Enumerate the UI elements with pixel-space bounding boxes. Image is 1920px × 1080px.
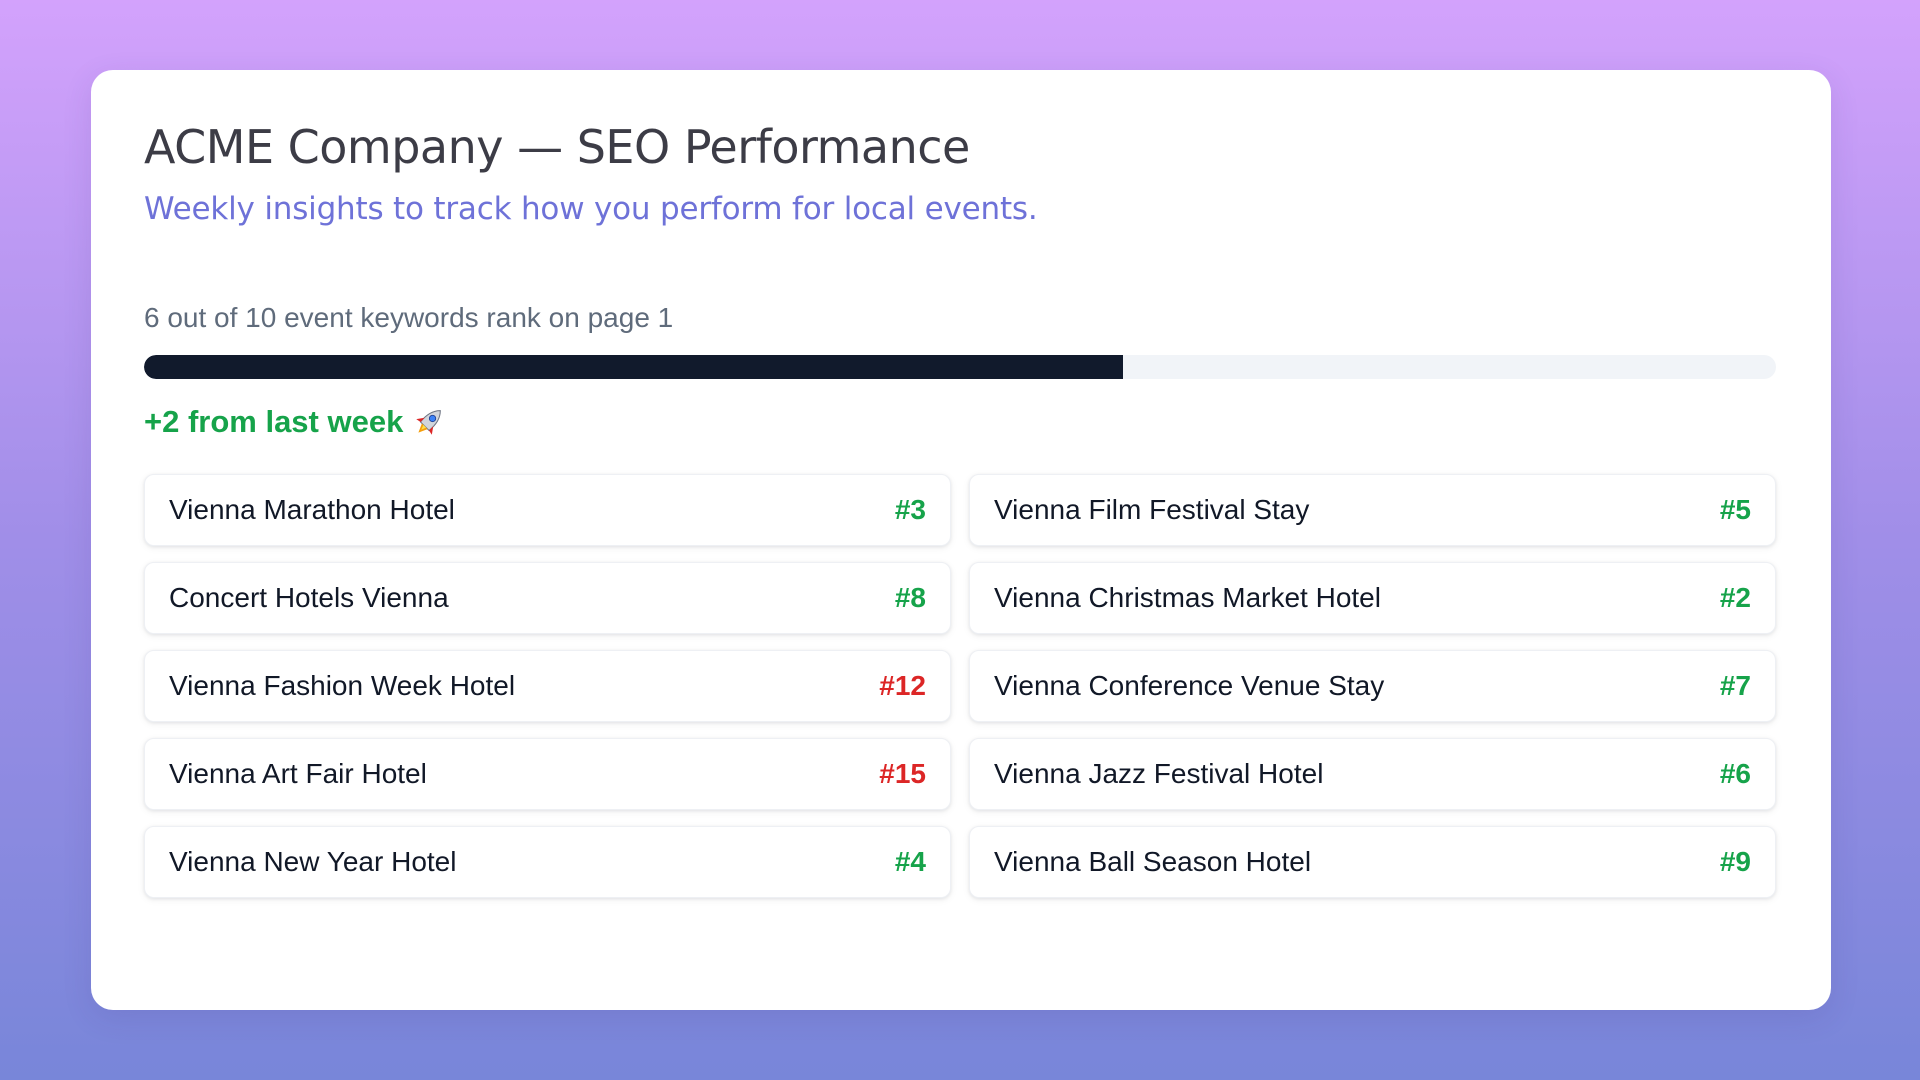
keyword-item: Vienna Art Fair Hotel #15 (144, 738, 951, 811)
weekly-change: +2 from last week (144, 403, 1778, 440)
keyword-rank: #9 (1719, 846, 1751, 878)
seo-performance-card: ACME Company — SEO Performance Weekly in… (91, 70, 1831, 1010)
keyword-name: Vienna Ball Season Hotel (994, 846, 1312, 878)
keyword-rank: #7 (1719, 670, 1751, 702)
keyword-item: Vienna Jazz Festival Hotel #6 (969, 738, 1776, 811)
keyword-name: Vienna Jazz Festival Hotel (994, 758, 1324, 790)
keyword-name: Concert Hotels Vienna (169, 582, 449, 614)
keyword-item: Vienna Conference Venue Stay #7 (969, 650, 1776, 723)
keyword-rank: #12 (879, 670, 926, 702)
keyword-name: Vienna Film Festival Stay (994, 494, 1310, 526)
progress-bar (144, 355, 1776, 380)
keyword-item: Vienna Film Festival Stay #5 (969, 474, 1776, 547)
page-subtitle: Weekly insights to track how you perform… (144, 191, 1038, 228)
page-title: ACME Company — SEO Performance (144, 120, 970, 174)
keyword-item: Vienna Ball Season Hotel #9 (969, 826, 1776, 899)
keyword-item: Vienna Marathon Hotel #3 (144, 474, 951, 547)
progress-bar-fill (144, 355, 1124, 380)
keyword-item: Concert Hotels Vienna #8 (144, 562, 951, 635)
keyword-rank: #15 (879, 758, 926, 790)
progress-label: 6 out of 10 event keywords rank on page … (144, 302, 674, 334)
keyword-rank: #5 (1719, 494, 1751, 526)
weekly-change-text: +2 from last week (144, 404, 404, 440)
keyword-name: Vienna Marathon Hotel (169, 494, 455, 526)
keyword-rank: #3 (894, 494, 926, 526)
keyword-item: Vienna Christmas Market Hotel #2 (969, 562, 1776, 635)
keyword-rank: #6 (1719, 758, 1751, 790)
keyword-name: Vienna Art Fair Hotel (169, 758, 427, 790)
keyword-rank: #2 (1719, 582, 1751, 614)
rocket-icon (411, 404, 447, 440)
keyword-rank: #8 (894, 582, 926, 614)
keyword-name: Vienna New Year Hotel (169, 846, 457, 878)
keyword-item: Vienna New Year Hotel #4 (144, 826, 951, 899)
keyword-item: Vienna Fashion Week Hotel #12 (144, 650, 951, 723)
keyword-list: Vienna Marathon Hotel #3 Vienna Film Fes… (144, 474, 1778, 899)
keyword-name: Vienna Christmas Market Hotel (994, 582, 1381, 614)
keyword-name: Vienna Fashion Week Hotel (169, 670, 516, 702)
keyword-name: Vienna Conference Venue Stay (994, 670, 1385, 702)
keyword-rank: #4 (894, 846, 926, 878)
